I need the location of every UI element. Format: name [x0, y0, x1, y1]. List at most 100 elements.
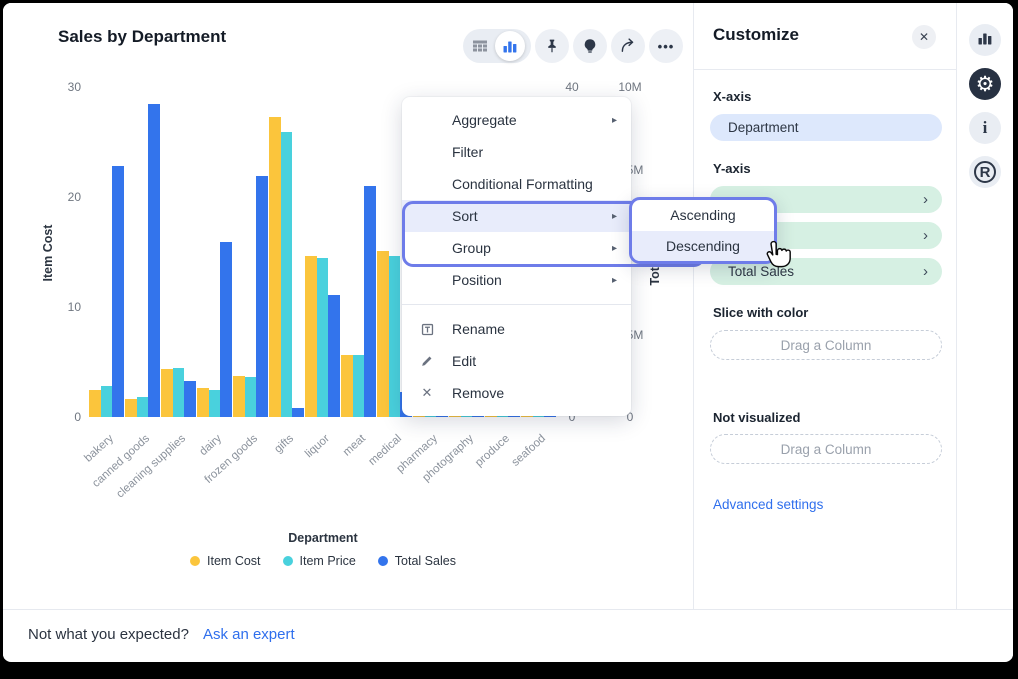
menu-item-label: Position — [452, 272, 502, 288]
share-button[interactable] — [611, 29, 645, 63]
legend-label: Total Sales — [395, 554, 456, 568]
ellipsis-icon: ••• — [658, 39, 675, 54]
bar-item-price[interactable] — [173, 368, 185, 418]
menu-item-edit[interactable]: Edit — [402, 345, 631, 377]
footer-bar: Not what you expected? Ask an expert — [3, 609, 1013, 659]
bar-item-cost[interactable] — [341, 355, 353, 417]
pin-button[interactable] — [535, 29, 569, 63]
menu-item-sort[interactable]: Sort▸ — [402, 200, 631, 232]
footer-question: Not what you expected? — [28, 626, 189, 643]
bar-item-price[interactable] — [353, 355, 365, 417]
advanced-settings-link[interactable]: Advanced settings — [713, 497, 823, 512]
menu-item-remove[interactable]: ✕Remove — [402, 377, 631, 409]
menu-item-label: Sort — [452, 208, 478, 224]
menu-item-conditional-formatting[interactable]: Conditional Formatting — [402, 168, 631, 200]
more-button[interactable]: ••• — [649, 29, 683, 63]
menu-item-label: Aggregate — [452, 112, 517, 128]
menu-item-label: Conditional Formatting — [452, 176, 593, 192]
menu-item-position[interactable]: Position▸ — [402, 264, 631, 296]
rename-icon — [419, 321, 435, 337]
bar-total-sales[interactable] — [112, 166, 124, 417]
x-axis-section-label: X-axis — [713, 89, 751, 104]
bar-total-sales[interactable] — [220, 242, 232, 417]
x-axis-title: Department — [253, 531, 393, 545]
view-toggle[interactable] — [463, 29, 531, 63]
chart-view-icon[interactable] — [495, 31, 525, 61]
context-menu: Aggregate ▸ Filter Conditional Formatting So… — [402, 97, 631, 416]
bar-chart-icon — [977, 30, 993, 51]
bar-item-price[interactable] — [245, 377, 257, 417]
chart-legend: Item Cost Item Price Total Sales — [88, 554, 558, 568]
y-axis-tick-left: 0 — [51, 410, 81, 424]
menu-item-label: Edit — [452, 353, 476, 369]
not-visualized-section-label: Not visualized — [713, 410, 800, 425]
bar-item-cost[interactable] — [125, 399, 137, 417]
bar-total-sales[interactable] — [292, 408, 304, 417]
r-logo-icon: R — [974, 161, 996, 183]
bar-total-sales[interactable] — [148, 104, 160, 418]
not-visualized-dropzone[interactable]: Drag a Column — [710, 434, 942, 464]
bar-item-cost[interactable] — [305, 256, 317, 417]
y-axis-tick-left: 20 — [51, 190, 81, 204]
rail-settings-button[interactable]: ⚙ — [969, 68, 1001, 100]
info-icon: i — [983, 118, 988, 138]
customize-panel: Customize ✕ X-axis Department Y-axis Sli… — [693, 3, 957, 609]
submenu-item-ascending[interactable]: Ascending — [632, 200, 774, 231]
bar-item-price[interactable] — [389, 256, 401, 417]
bar-item-price[interactable] — [209, 390, 221, 417]
rail-r-logo-button[interactable]: R — [969, 156, 1001, 188]
slice-section-label: Slice with color — [713, 305, 808, 320]
bar-item-cost[interactable] — [161, 369, 173, 417]
bar-item-price[interactable] — [101, 386, 113, 417]
y-axis-pill-label: Total Sales — [728, 264, 794, 279]
rail-chart-button[interactable] — [969, 24, 1001, 56]
bar-item-price[interactable] — [281, 132, 293, 417]
x-axis-pill-label: Department — [728, 120, 799, 135]
bar-item-cost[interactable] — [89, 390, 101, 418]
customize-title: Customize — [713, 25, 799, 45]
legend-item: Total Sales — [378, 554, 456, 568]
bulb-icon — [581, 37, 599, 55]
bar-total-sales[interactable] — [364, 186, 376, 417]
legend-dot-icon — [190, 556, 200, 566]
menu-item-label: Group — [452, 240, 491, 256]
x-axis-pill-department[interactable]: Department — [710, 114, 942, 141]
legend-item: Item Cost — [190, 554, 261, 568]
menu-item-aggregate[interactable]: Aggregate ▸ — [402, 104, 631, 136]
insight-button[interactable] — [573, 29, 607, 63]
chevron-right-icon: › — [923, 191, 928, 208]
bar-item-price[interactable] — [137, 397, 149, 417]
bar-item-cost[interactable] — [269, 117, 281, 417]
slice-dropzone[interactable]: Drag a Column — [710, 330, 942, 360]
bar-total-sales[interactable] — [256, 176, 268, 417]
bar-item-cost[interactable] — [233, 376, 245, 417]
bar-total-sales[interactable] — [328, 295, 340, 417]
menu-item-filter[interactable]: Filter — [402, 136, 631, 168]
bar-item-cost[interactable] — [197, 388, 209, 417]
table-view-icon[interactable] — [465, 31, 495, 61]
app-window: Sales by Department ••• — [3, 3, 1013, 662]
customize-header: Customize ✕ — [694, 3, 956, 70]
chevron-right-icon: › — [923, 263, 928, 280]
menu-item-label: Filter — [452, 144, 483, 160]
submenu-arrow-icon: ▸ — [612, 115, 617, 126]
submenu-item-descending[interactable]: Descending — [632, 231, 774, 262]
rail-info-button[interactable]: i — [969, 112, 1001, 144]
bar-item-price[interactable] — [317, 258, 329, 417]
ask-expert-link[interactable]: Ask an expert — [203, 626, 295, 643]
menu-item-rename[interactable]: Rename — [402, 313, 631, 345]
close-icon: ✕ — [919, 30, 929, 44]
close-button[interactable]: ✕ — [912, 25, 936, 49]
bar-total-sales[interactable] — [184, 381, 196, 417]
chevron-right-icon: › — [923, 227, 928, 244]
menu-item-group[interactable]: Group▸ — [402, 232, 631, 264]
pin-icon — [543, 37, 561, 55]
y-axis-title-left: Item Cost — [41, 203, 55, 303]
gear-icon: ⚙ — [976, 74, 995, 95]
remove-icon: ✕ — [419, 385, 435, 401]
bar-item-cost[interactable] — [377, 251, 389, 417]
right-rail: ⚙ i R — [958, 3, 1013, 609]
legend-dot-icon — [283, 556, 293, 566]
legend-label: Item Price — [300, 554, 356, 568]
legend-item: Item Price — [283, 554, 356, 568]
